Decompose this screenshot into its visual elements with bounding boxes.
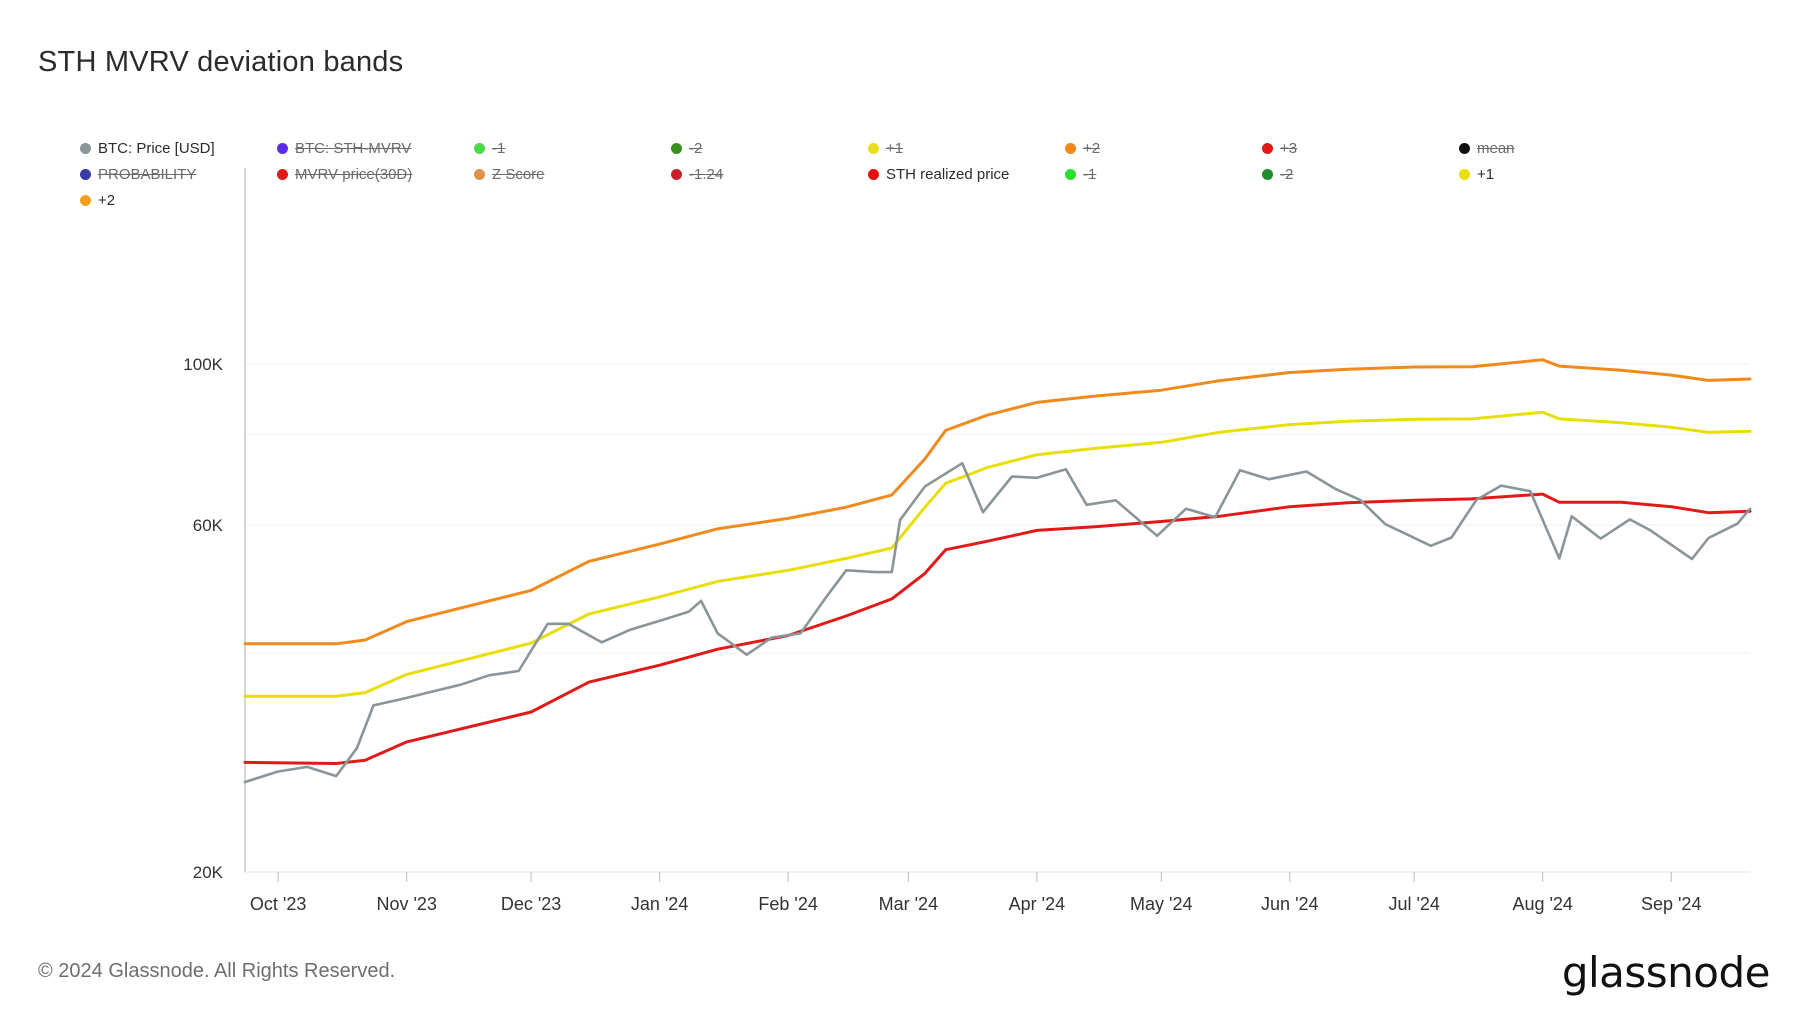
x-tick-label: Dec '23 [501, 894, 561, 914]
y-tick-label: 100K [183, 355, 223, 374]
x-tick-label: May '24 [1130, 894, 1192, 914]
y-axis: 20K 60K 100K [183, 168, 246, 882]
series-line-sth-realized-price[interactable] [243, 492, 1752, 765]
x-tick-label: Sep '24 [1641, 894, 1702, 914]
x-tick-label: Jun '24 [1261, 894, 1318, 914]
series-line-btc-price-usd[interactable] [243, 461, 1752, 784]
copyright-text: © 2024 Glassnode. All Rights Reserved. [38, 960, 396, 982]
y-tick-label: 60K [193, 516, 224, 535]
x-tick-label: Feb '24 [758, 894, 817, 914]
x-tick-label: Jul '24 [1388, 894, 1439, 914]
series-lines [243, 358, 1752, 784]
chart-area[interactable]: 20K 60K 100K Oct '23 Nov '23 Dec '23 Jan '24 F… [0, 0, 1800, 940]
x-axis: Oct '23 Nov '23 Dec '23 Jan '24 Feb '24 Mar '… [245, 871, 1750, 914]
x-tick-label: Apr '24 [1009, 894, 1065, 914]
series-line-2[interactable] [243, 358, 1752, 646]
x-tick-label: Mar '24 [879, 894, 938, 914]
x-tick-label: Oct '23 [250, 894, 306, 914]
x-tick-label: Aug '24 [1512, 894, 1573, 914]
glassnode-logo[interactable]: glassnode [1562, 948, 1771, 997]
y-tick-label: 20K [193, 863, 224, 882]
x-tick-label: Jan '24 [631, 894, 688, 914]
x-tick-label: Nov '23 [376, 894, 436, 914]
grid [245, 363, 1750, 654]
